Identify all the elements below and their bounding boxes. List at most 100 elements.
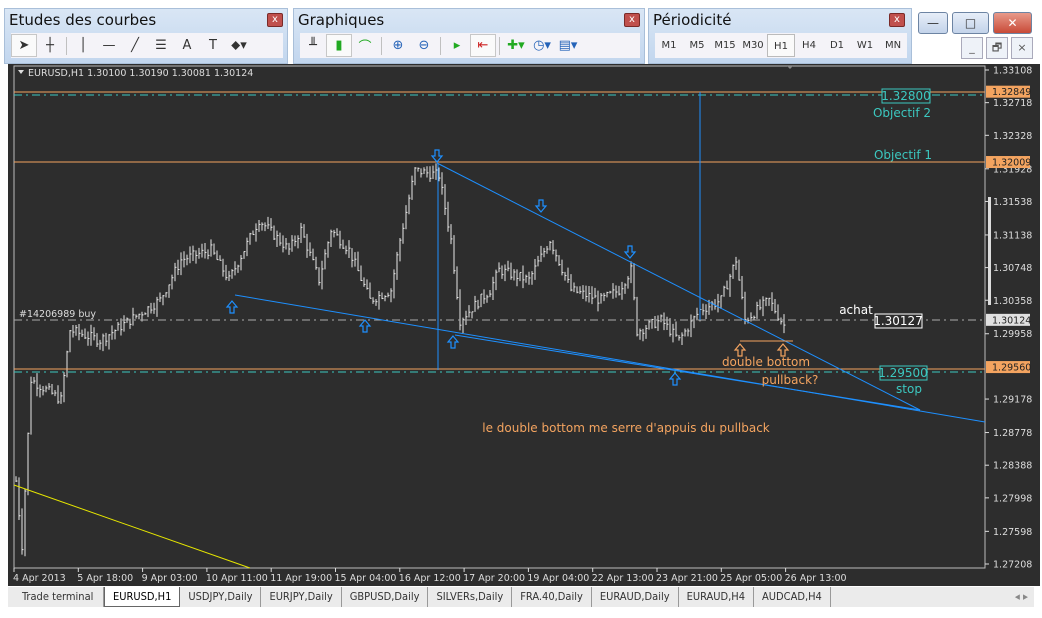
x-tick-label: 16 Apr 12:00 xyxy=(399,573,461,584)
y-tick-label: 1.31538 xyxy=(993,197,1032,208)
period-m30[interactable]: M30 xyxy=(739,34,767,57)
line-chart-icon[interactable]: ⌒ xyxy=(352,34,378,57)
tab-euraud-h4[interactable]: EURAUD,H4 xyxy=(679,587,755,607)
close-icon[interactable]: x xyxy=(267,13,283,27)
y-tick-label: 1.28388 xyxy=(993,461,1032,472)
arrows-icon[interactable]: ⬥▾ xyxy=(226,34,252,57)
double-bottom-label: double bottom xyxy=(722,355,810,369)
scale-scrollbar[interactable] xyxy=(988,197,991,305)
x-tick-label: 19 Apr 04:00 xyxy=(527,573,589,584)
down-arrow-icon xyxy=(623,245,637,259)
chart-shift-icon[interactable]: ⇤ xyxy=(470,34,496,57)
fibonacci-icon[interactable]: ☰ xyxy=(148,34,174,57)
x-tick-label: 4 Apr 2013 xyxy=(13,573,66,584)
window-close-button[interactable]: ✕ xyxy=(993,12,1032,34)
tab-gbpusd-daily[interactable]: GBPUSD,Daily xyxy=(342,587,429,607)
tab-fra40-daily[interactable]: FRA.40,Daily xyxy=(512,587,592,607)
y-tick-label: 1.27208 xyxy=(993,560,1032,571)
x-tick-label: 26 Apr 13:00 xyxy=(785,573,847,584)
price-marker-label: 1.32009 xyxy=(992,158,1031,169)
tab-silvers-daily[interactable]: SILVERs,Daily xyxy=(428,587,513,607)
pullback-label: pullback? xyxy=(762,373,819,387)
chart-shift-marker[interactable] xyxy=(787,66,793,69)
close-icon[interactable]: x xyxy=(624,13,640,27)
price-marker-label: 1.30124 xyxy=(992,315,1031,326)
up-arrow-icon xyxy=(668,372,682,386)
charts-toolbar-title: Graphiques xyxy=(298,11,385,29)
zoom-out-icon[interactable]: ⊖ xyxy=(411,34,437,57)
price-chart[interactable]: EURUSD,H1 1.30100 1.30190 1.30081 1.3012… xyxy=(8,64,1040,586)
window-minimize-button[interactable]: — xyxy=(918,12,948,34)
text-icon[interactable]: A xyxy=(174,34,200,57)
y-tick-label: 1.30358 xyxy=(993,296,1032,307)
y-tick-label: 1.27598 xyxy=(993,527,1032,538)
period-m15[interactable]: M15 xyxy=(711,34,739,57)
price-marker-label: 1.29560 xyxy=(992,363,1031,374)
up-arrow-icon xyxy=(358,319,372,333)
bar-chart-icon[interactable]: ╨ xyxy=(300,34,326,57)
x-tick-label: 9 Apr 03:00 xyxy=(142,573,198,584)
period-m1[interactable]: M1 xyxy=(655,34,683,57)
chart-close-button[interactable]: × xyxy=(1011,37,1033,59)
tabs-scroll-arrows[interactable]: ◂ ▸ xyxy=(1009,587,1034,607)
x-tick-label: 5 Apr 18:00 xyxy=(77,573,133,584)
chart-restore-button[interactable]: 🗗 xyxy=(986,37,1008,59)
x-tick-label: 25 Apr 05:00 xyxy=(720,573,782,584)
text-label-icon[interactable]: T xyxy=(200,34,226,57)
candlestick-icon[interactable]: ▮ xyxy=(326,34,352,57)
target2-box: 1.32800 xyxy=(881,89,931,103)
objectif1-label: Objectif 1 xyxy=(874,148,932,162)
vertical-line-icon[interactable]: │ xyxy=(70,34,96,57)
charts-toolbar-panel: Graphiques x ╨ ▮ ⌒ ⊕ ⊖ ▸ ⇤ ✚▾ ◷▾ ▤▾ xyxy=(293,8,645,64)
tab-euraud-daily[interactable]: EURAUD,Daily xyxy=(592,587,679,607)
price-axis[interactable]: 1.331081.327181.323281.319281.315381.311… xyxy=(985,66,1032,571)
horizontal-line-icon[interactable]: — xyxy=(96,34,122,57)
period-h4[interactable]: H4 xyxy=(795,34,823,57)
period-m5[interactable]: M5 xyxy=(683,34,711,57)
window-maximize-button[interactable]: □ xyxy=(952,12,989,34)
down-arrow-icon xyxy=(534,199,548,213)
x-tick-label: 23 Apr 21:00 xyxy=(656,573,718,584)
y-tick-label: 1.32718 xyxy=(993,98,1032,109)
up-arrow-icon xyxy=(225,300,239,314)
periods-toolbar-title: Périodicité xyxy=(653,11,732,29)
time-axis[interactable]: 4 Apr 2013 5 Apr 18:00 9 Apr 03:00 10 Apr 1… xyxy=(13,568,847,584)
tab-eurusd-h1[interactable]: EURUSD,H1 xyxy=(104,587,181,607)
period-h1[interactable]: H1 xyxy=(767,34,795,57)
tab-usdjpy-daily[interactable]: USDJPY,Daily xyxy=(180,587,262,607)
stop-box: 1.29500 xyxy=(878,366,928,380)
autoscroll-icon[interactable]: ▸ xyxy=(444,34,470,57)
chart-minimize-button[interactable]: _ xyxy=(961,37,983,59)
chart-tabs: Trade terminal EURUSD,H1 USDJPY,Daily EU… xyxy=(8,587,1034,607)
tab-trade-terminal[interactable]: Trade terminal xyxy=(8,587,104,607)
periods-toolbar-panel: Périodicité x M1 M5 M15 M30 H1 H4 D1 W1 … xyxy=(648,8,912,64)
chart-header: EURUSD,H1 1.30100 1.30190 1.30081 1.3012… xyxy=(28,68,253,79)
trendline-resistance[interactable] xyxy=(436,162,921,411)
close-icon[interactable]: x xyxy=(889,13,905,27)
period-w1[interactable]: W1 xyxy=(851,34,879,57)
y-tick-label: 1.29958 xyxy=(993,329,1032,340)
studies-toolbar-title: Etudes des courbes xyxy=(9,11,157,29)
trendline-yellow[interactable] xyxy=(13,484,251,569)
period-d1[interactable]: D1 xyxy=(823,34,851,57)
period-mn[interactable]: MN xyxy=(879,34,907,57)
x-tick-label: 15 Apr 04:00 xyxy=(335,573,397,584)
trendline-icon[interactable]: ╱ xyxy=(122,34,148,57)
zoom-in-icon[interactable]: ⊕ xyxy=(385,34,411,57)
achat-box: 1.30127 xyxy=(873,314,923,328)
objectif2-label: Objectif 2 xyxy=(873,106,931,120)
y-tick-label: 1.33108 xyxy=(993,66,1032,77)
templates-icon[interactable]: ▤▾ xyxy=(555,34,581,57)
tab-audcad-h4[interactable]: AUDCAD,H4 xyxy=(754,587,831,607)
studies-toolbar-panel: Etudes des courbes x ➤ ┼ │ — ╱ ☰ A T ⬥▾ xyxy=(4,8,288,64)
price-marker-label: 1.32849 xyxy=(992,87,1031,98)
chart-menu-icon[interactable] xyxy=(18,70,24,74)
up-arrow-icon xyxy=(446,335,460,349)
achat-label: achat xyxy=(839,303,873,317)
crosshair-icon[interactable]: ┼ xyxy=(37,34,63,57)
periods-icon[interactable]: ◷▾ xyxy=(529,34,555,57)
cursor-icon[interactable]: ➤ xyxy=(11,34,37,57)
tab-eurjpy-daily[interactable]: EURJPY,Daily xyxy=(261,587,342,607)
order-label: #14206989 buy xyxy=(19,309,96,320)
indicators-icon[interactable]: ✚▾ xyxy=(503,34,529,57)
